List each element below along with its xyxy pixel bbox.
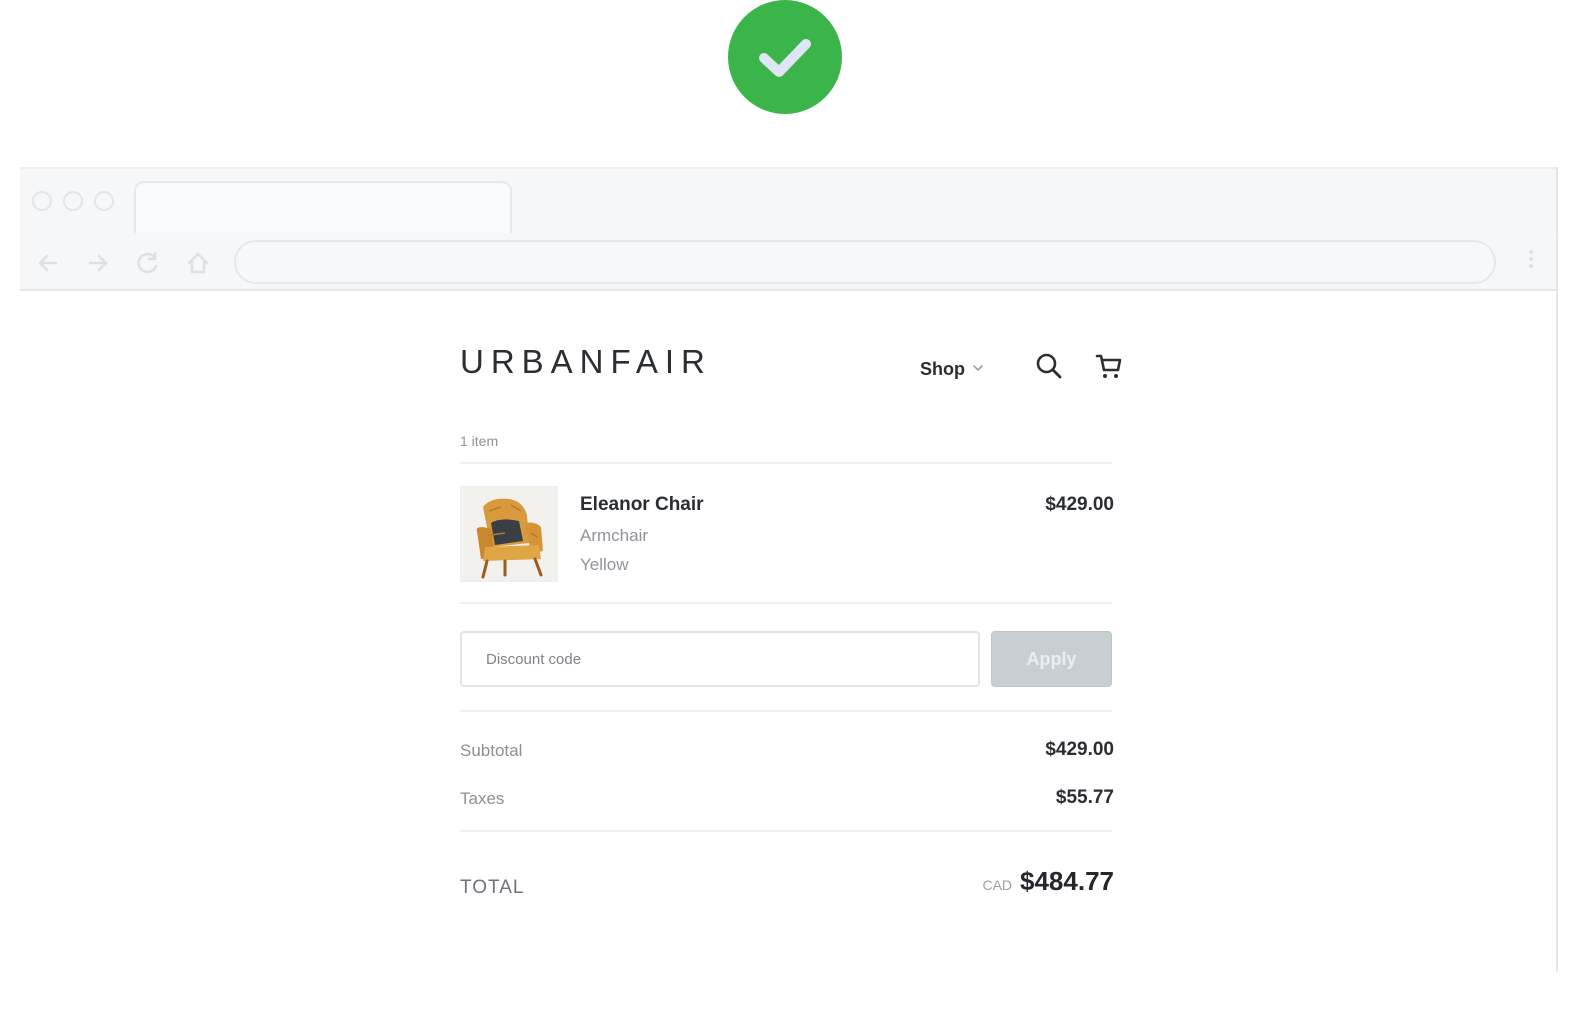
forward-arrow-icon[interactable] — [84, 249, 112, 277]
shop-menu-label: Shop — [920, 359, 965, 379]
discount-code-input[interactable] — [460, 631, 980, 687]
cart-item-count: 1 item — [460, 433, 499, 449]
total-label: TOTAL — [460, 877, 525, 898]
apply-discount-button[interactable]: Apply — [991, 631, 1112, 687]
window-close-button[interactable] — [32, 191, 52, 211]
divider — [460, 710, 1112, 712]
checkout-page: URBANFAIR Shop 1 item Eleanor Chair Armc… — [460, 291, 1122, 971]
divider — [460, 602, 1112, 604]
taxes-label: Taxes — [460, 789, 505, 808]
total-amount: CAD $484.77 — [982, 866, 1114, 897]
browser-window: URBANFAIR Shop 1 item Eleanor Chair Armc… — [20, 167, 1558, 972]
total-currency: CAD — [982, 877, 1013, 893]
store-logo[interactable]: URBANFAIR — [460, 343, 712, 381]
divider — [460, 830, 1112, 832]
window-minimize-button[interactable] — [63, 191, 83, 211]
armchair-image — [460, 486, 558, 582]
search-icon[interactable] — [1034, 351, 1064, 381]
product-name[interactable]: Eleanor Chair — [580, 494, 704, 516]
home-icon[interactable] — [184, 249, 212, 277]
browser-tab-bar — [20, 167, 1558, 237]
subtotal-label: Subtotal — [460, 741, 523, 760]
check-icon — [759, 39, 811, 77]
total-value: $484.77 — [1020, 866, 1114, 896]
back-arrow-icon[interactable] — [34, 249, 62, 277]
reload-icon[interactable] — [134, 249, 162, 277]
browser-tab[interactable] — [134, 181, 512, 237]
shop-menu-button[interactable]: Shop — [920, 359, 985, 380]
browser-nav-bar — [20, 233, 1556, 291]
cart-icon[interactable] — [1094, 351, 1124, 381]
browser-menu-icon[interactable] — [1528, 247, 1534, 277]
product-price: $429.00 — [1045, 494, 1114, 515]
address-bar[interactable] — [234, 240, 1496, 284]
subtotal-value: $429.00 — [1045, 739, 1114, 760]
success-check-badge — [728, 0, 842, 114]
divider — [460, 462, 1112, 464]
chevron-down-icon — [971, 359, 985, 380]
taxes-value: $55.77 — [1055, 787, 1114, 808]
product-color: Yellow — [580, 555, 629, 574]
window-maximize-button[interactable] — [94, 191, 114, 211]
product-type: Armchair — [580, 526, 649, 545]
